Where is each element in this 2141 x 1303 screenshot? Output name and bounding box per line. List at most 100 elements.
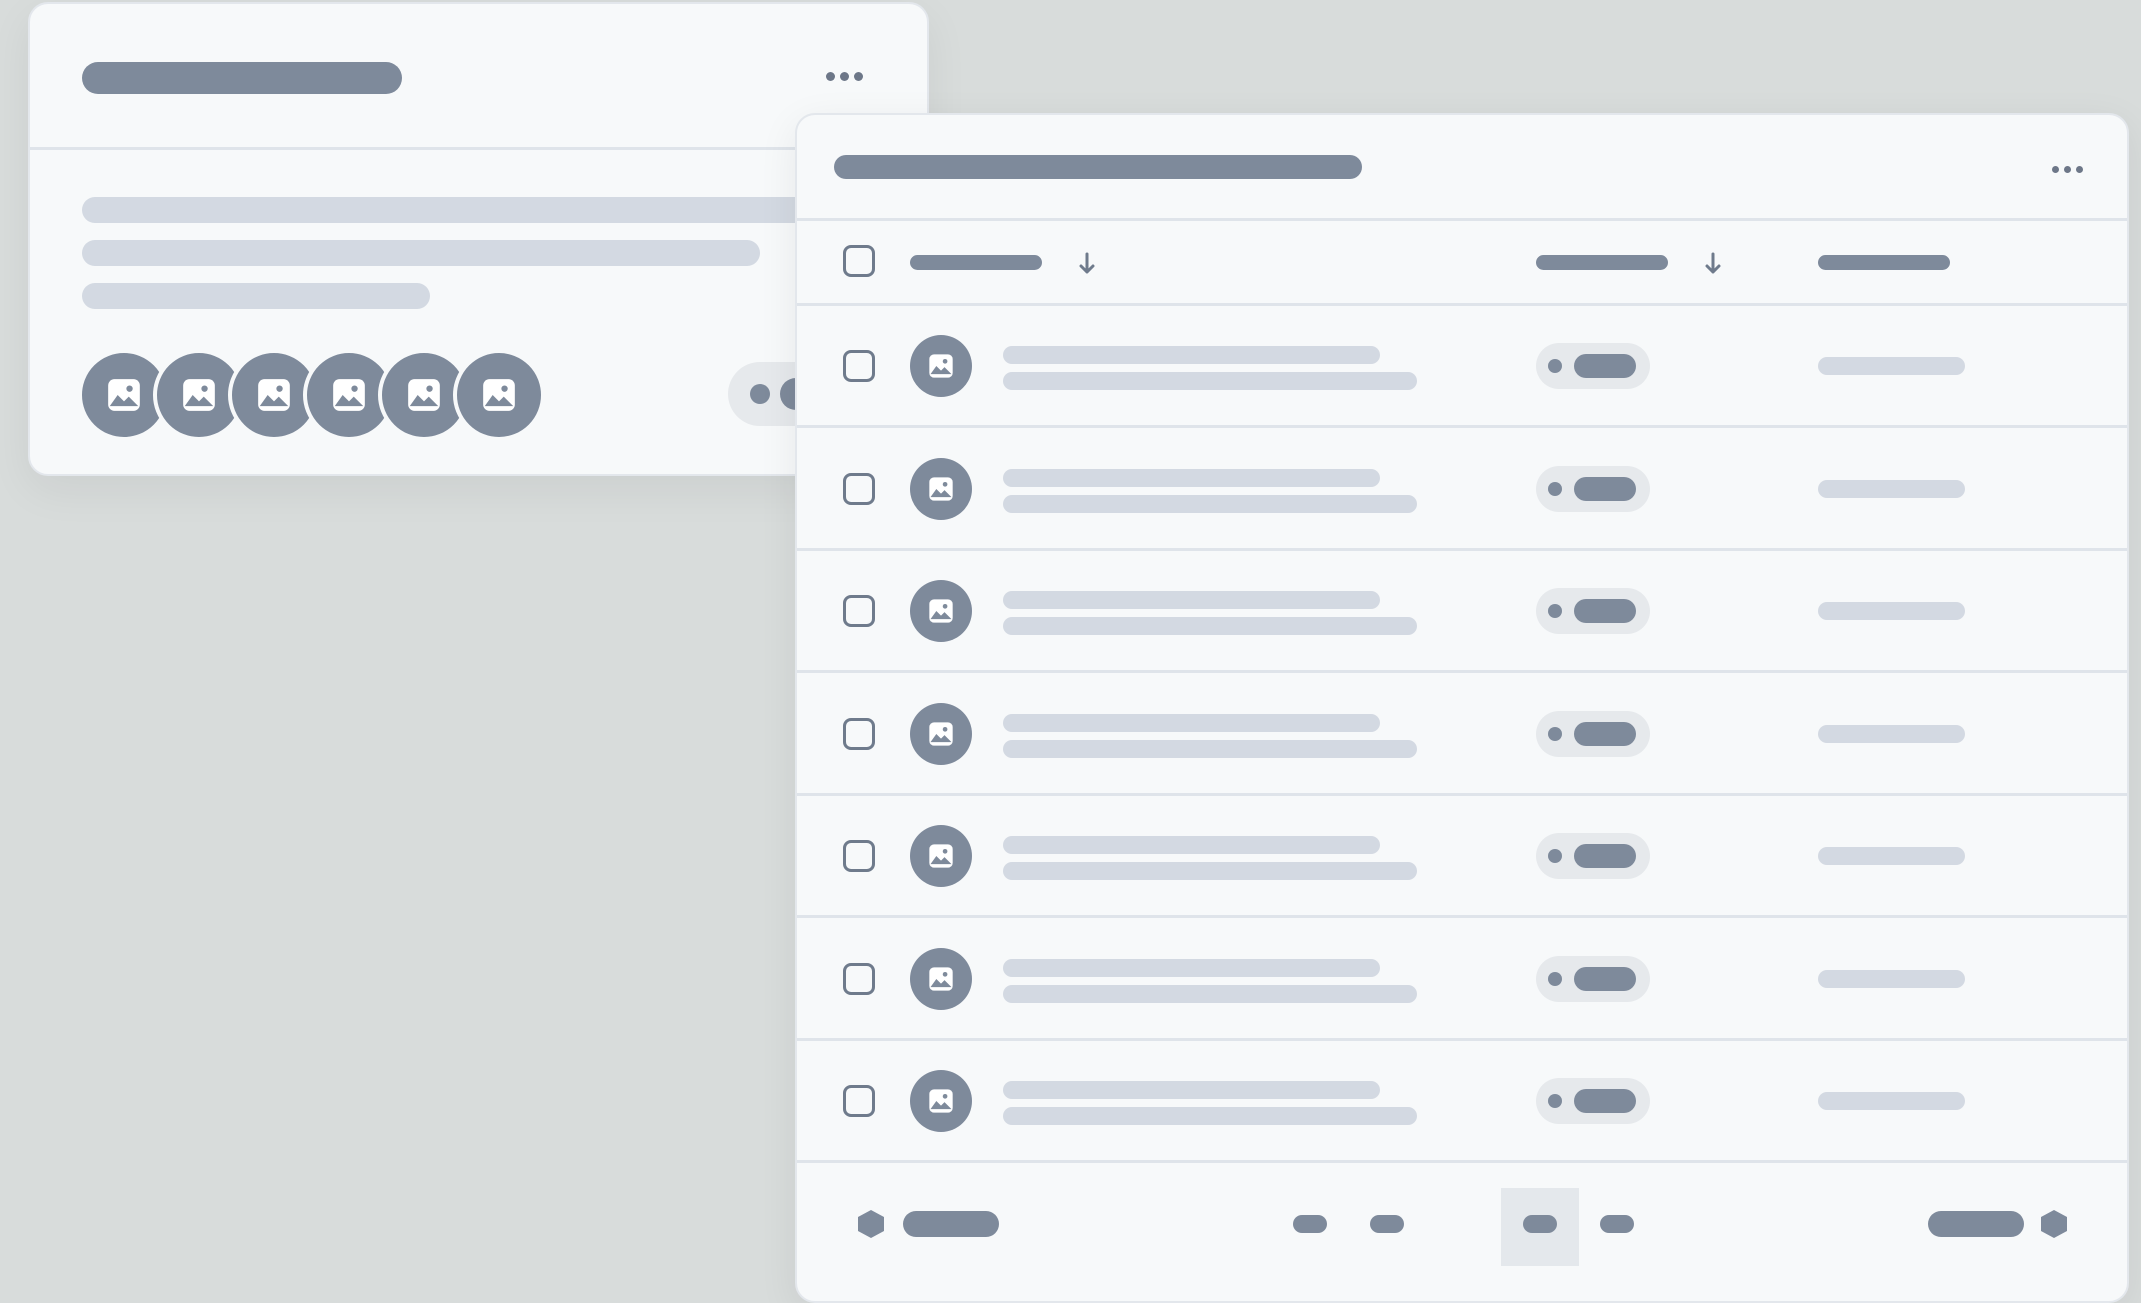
more-horizontal-icon bbox=[826, 72, 835, 81]
subtitle-skeleton bbox=[1003, 984, 1417, 1003]
status-dot bbox=[1548, 359, 1562, 373]
image-placeholder-icon bbox=[483, 379, 515, 411]
arrow-down-icon[interactable] bbox=[1704, 252, 1722, 276]
page-number-skeleton bbox=[1523, 1215, 1557, 1233]
status-label-skeleton bbox=[1574, 966, 1636, 991]
row-checkbox[interactable] bbox=[843, 472, 875, 505]
pagination-prev-label[interactable] bbox=[903, 1211, 999, 1237]
name-skeleton bbox=[1003, 1081, 1380, 1099]
row-checkbox[interactable] bbox=[843, 1085, 875, 1117]
status-badge bbox=[1536, 588, 1650, 634]
row-checkbox[interactable] bbox=[843, 962, 875, 995]
image-placeholder-icon bbox=[258, 379, 290, 411]
text-line-skeleton bbox=[82, 240, 760, 266]
subtitle-skeleton bbox=[1003, 617, 1417, 635]
more-dot bbox=[854, 72, 863, 81]
chip-dot bbox=[750, 384, 770, 404]
avatar bbox=[910, 580, 972, 642]
card-menu-button[interactable] bbox=[826, 72, 863, 81]
table-row[interactable] bbox=[797, 795, 2127, 918]
avatar bbox=[910, 457, 972, 520]
avatar bbox=[453, 349, 545, 441]
status-label-skeleton bbox=[1574, 844, 1636, 868]
more-horizontal-icon bbox=[2052, 166, 2059, 173]
subtitle-skeleton bbox=[1003, 739, 1417, 758]
image-placeholder-icon bbox=[929, 844, 953, 868]
table-row[interactable] bbox=[797, 305, 2127, 428]
table-row[interactable] bbox=[797, 428, 2127, 551]
table-row[interactable] bbox=[797, 1040, 2127, 1163]
image-placeholder-icon bbox=[929, 354, 953, 378]
table-card bbox=[795, 113, 2129, 1303]
subtitle-skeleton bbox=[1003, 1107, 1417, 1125]
status-dot bbox=[1548, 726, 1562, 741]
pagination-next-label[interactable] bbox=[1928, 1211, 2024, 1237]
value-skeleton bbox=[1818, 969, 1965, 988]
table-row[interactable] bbox=[797, 673, 2127, 796]
image-placeholder-icon bbox=[408, 379, 440, 411]
image-placeholder-icon bbox=[183, 379, 215, 411]
column-header-skeleton bbox=[1536, 255, 1668, 270]
table-title-skeleton bbox=[834, 155, 1362, 179]
status-label-skeleton bbox=[1574, 1089, 1636, 1113]
image-placeholder-icon bbox=[929, 1089, 953, 1113]
arrow-down-icon[interactable] bbox=[1078, 252, 1096, 276]
page-button[interactable] bbox=[1370, 1215, 1404, 1233]
row-checkbox[interactable] bbox=[843, 717, 875, 750]
status-dot bbox=[1548, 849, 1562, 863]
status-badge bbox=[1536, 465, 1650, 512]
select-all-checkbox[interactable] bbox=[843, 245, 875, 277]
avatar bbox=[910, 335, 972, 397]
status-label-skeleton bbox=[1574, 721, 1636, 746]
row-checkbox[interactable] bbox=[843, 350, 875, 382]
value-skeleton bbox=[1818, 357, 1965, 375]
image-placeholder-icon bbox=[929, 599, 953, 623]
more-dot bbox=[2076, 166, 2083, 173]
name-skeleton bbox=[1003, 713, 1380, 732]
page-button-active[interactable] bbox=[1501, 1188, 1579, 1266]
more-dot bbox=[840, 72, 849, 81]
name-skeleton bbox=[1003, 958, 1380, 977]
status-label-skeleton bbox=[1574, 354, 1636, 378]
status-label-skeleton bbox=[1574, 476, 1636, 501]
avatar bbox=[910, 825, 972, 887]
value-skeleton bbox=[1818, 1092, 1965, 1110]
status-badge bbox=[1536, 343, 1650, 389]
hexagon-prev-icon[interactable] bbox=[856, 1209, 886, 1239]
page-button[interactable] bbox=[1293, 1215, 1327, 1233]
card-title-skeleton bbox=[82, 62, 402, 94]
image-placeholder-icon bbox=[333, 379, 365, 411]
status-dot bbox=[1548, 604, 1562, 618]
text-line-skeleton bbox=[82, 283, 430, 309]
subtitle-skeleton bbox=[1003, 862, 1417, 880]
name-skeleton bbox=[1003, 836, 1380, 854]
table-row[interactable] bbox=[797, 550, 2127, 673]
table-menu-button[interactable] bbox=[2052, 166, 2083, 173]
row-checkbox[interactable] bbox=[843, 595, 875, 627]
value-skeleton bbox=[1818, 724, 1965, 743]
status-dot bbox=[1548, 481, 1562, 496]
avatar bbox=[910, 947, 972, 1010]
subtitle-skeleton bbox=[1003, 372, 1417, 390]
value-skeleton bbox=[1818, 602, 1965, 620]
hexagon-next-icon[interactable] bbox=[2039, 1209, 2069, 1239]
row-checkbox[interactable] bbox=[843, 840, 875, 872]
table-row[interactable] bbox=[797, 918, 2127, 1041]
column-header-skeleton bbox=[1818, 255, 1950, 270]
status-dot bbox=[1548, 1094, 1562, 1108]
avatar bbox=[910, 1070, 972, 1132]
subtitle-skeleton bbox=[1003, 494, 1417, 513]
column-header-skeleton bbox=[910, 255, 1042, 270]
status-badge bbox=[1536, 955, 1650, 1002]
card-divider bbox=[30, 147, 927, 150]
status-badge bbox=[1536, 710, 1650, 757]
value-skeleton bbox=[1818, 479, 1965, 498]
text-line-skeleton bbox=[82, 197, 842, 223]
status-label-skeleton bbox=[1574, 599, 1636, 623]
image-placeholder-icon bbox=[108, 379, 140, 411]
table-title-divider bbox=[797, 218, 2127, 221]
page-button[interactable] bbox=[1600, 1215, 1634, 1233]
image-placeholder-icon bbox=[929, 721, 953, 746]
status-badge bbox=[1536, 1078, 1650, 1124]
row-divider bbox=[797, 1160, 2127, 1163]
